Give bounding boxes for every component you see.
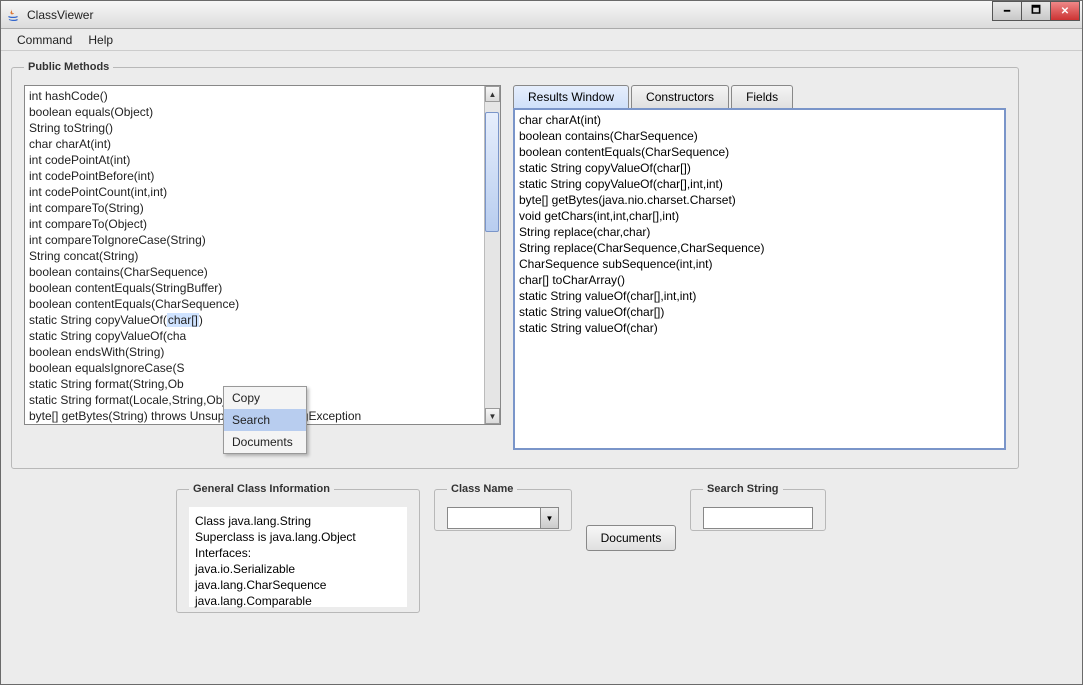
info-line: Class java.lang.String [195, 513, 401, 529]
list-item[interactable]: String concat(String) [29, 248, 480, 264]
list-item[interactable]: boolean contentEquals(StringBuffer) [29, 280, 480, 296]
class-name-input[interactable] [448, 508, 540, 528]
methods-scrollbar[interactable]: ▲ ▼ [484, 86, 500, 424]
search-string-legend: Search String [703, 483, 783, 495]
public-methods-group: Public Methods int hashCode()boolean equ… [11, 61, 1019, 469]
list-item[interactable]: int compareToIgnoreCase(String) [29, 232, 480, 248]
info-line: Superclass is java.lang.Object [195, 529, 401, 545]
search-string-group: Search String [690, 483, 826, 531]
list-item[interactable]: char charAt(int) [519, 112, 1000, 128]
menu-help[interactable]: Help [80, 30, 121, 50]
list-item[interactable]: static String valueOf(char[],int,int) [519, 288, 1000, 304]
list-item[interactable]: boolean equals(Object) [29, 104, 480, 120]
close-button[interactable] [1050, 1, 1080, 21]
list-item[interactable]: String replace(CharSequence,CharSequence… [519, 240, 1000, 256]
list-item[interactable]: int hashCode() [29, 88, 480, 104]
scroll-thumb[interactable] [485, 112, 499, 232]
java-icon [5, 7, 21, 23]
list-item[interactable]: String toString() [29, 120, 480, 136]
list-item[interactable]: String replace(char,char) [519, 224, 1000, 240]
class-name-legend: Class Name [447, 483, 517, 495]
ctx-copy[interactable]: Copy [224, 387, 306, 409]
documents-button[interactable]: Documents [586, 525, 676, 551]
list-item[interactable]: int compareTo(Object) [29, 216, 480, 232]
general-info-text: Class java.lang.StringSuperclass is java… [189, 507, 407, 607]
list-item[interactable]: char[] toCharArray() [519, 272, 1000, 288]
list-item[interactable]: CharSequence subSequence(int,int) [519, 256, 1000, 272]
minimize-button[interactable] [992, 1, 1022, 21]
ctx-search[interactable]: Search [224, 409, 306, 431]
public-methods-legend: Public Methods [24, 61, 113, 73]
info-line: java.lang.CharSequence [195, 577, 401, 593]
scroll-up-icon[interactable]: ▲ [485, 86, 500, 102]
list-item[interactable]: boolean contentEquals(CharSequence) [29, 296, 480, 312]
methods-list[interactable]: int hashCode()boolean equals(Object)Stri… [24, 85, 501, 425]
list-item[interactable]: boolean equalsIgnoreCase(S [29, 360, 480, 376]
chevron-down-icon[interactable]: ▼ [540, 508, 558, 528]
tab-fields[interactable]: Fields [731, 85, 793, 108]
app-window: ClassViewer Command Help Public Methods … [0, 0, 1083, 685]
list-item[interactable]: static String valueOf(char[]) [519, 304, 1000, 320]
context-menu: Copy Search Documents [223, 386, 307, 454]
list-item[interactable]: static String copyValueOf(char[],int,int… [519, 176, 1000, 192]
list-item[interactable]: int codePointBefore(int) [29, 168, 480, 184]
menu-command[interactable]: Command [9, 30, 80, 50]
search-string-input[interactable] [703, 507, 813, 529]
tab-constructors[interactable]: Constructors [631, 85, 729, 108]
list-item[interactable]: static String valueOf(char) [519, 320, 1000, 336]
general-info-legend: General Class Information [189, 483, 334, 495]
tab-results[interactable]: Results Window [513, 85, 629, 108]
general-info-group: General Class Information Class java.lan… [176, 483, 420, 613]
results-pane: Results Window Constructors Fields char … [513, 85, 1006, 450]
window-title: ClassViewer [27, 8, 93, 22]
maximize-button[interactable] [1021, 1, 1051, 21]
scroll-down-icon[interactable]: ▼ [485, 408, 500, 424]
window-controls [993, 1, 1080, 21]
list-item[interactable]: char charAt(int) [29, 136, 480, 152]
list-item[interactable]: static String copyValueOf(char[]) [519, 160, 1000, 176]
list-item[interactable]: boolean contentEquals(CharSequence) [519, 144, 1000, 160]
list-item[interactable]: byte[] getBytes(java.nio.charset.Charset… [519, 192, 1000, 208]
list-item[interactable]: int codePointAt(int) [29, 152, 480, 168]
list-item[interactable]: void getChars(int,int,char[],int) [519, 208, 1000, 224]
title-bar[interactable]: ClassViewer [1, 1, 1082, 29]
results-list[interactable]: char charAt(int)boolean contains(CharSeq… [513, 108, 1006, 450]
scroll-track[interactable] [485, 102, 500, 408]
list-item[interactable]: boolean endsWith(String) [29, 344, 480, 360]
ctx-documents[interactable]: Documents [224, 431, 306, 453]
list-item[interactable]: static String copyValueOf(cha [29, 328, 480, 344]
class-name-combo[interactable]: ▼ [447, 507, 559, 529]
list-item[interactable]: static String copyValueOf(char[]) [29, 312, 480, 328]
list-item[interactable]: boolean contains(CharSequence) [519, 128, 1000, 144]
info-line: java.lang.Comparable [195, 593, 401, 609]
client-area: Public Methods int hashCode()boolean equ… [1, 51, 1082, 684]
tabs-row: Results Window Constructors Fields [513, 85, 1006, 108]
list-item[interactable]: int codePointCount(int,int) [29, 184, 480, 200]
list-item[interactable]: boolean contains(CharSequence) [29, 264, 480, 280]
menu-bar: Command Help [1, 29, 1082, 51]
list-item[interactable]: int compareTo(String) [29, 200, 480, 216]
info-line: Interfaces: [195, 545, 401, 561]
class-name-group: Class Name ▼ [434, 483, 572, 531]
info-line: java.io.Serializable [195, 561, 401, 577]
